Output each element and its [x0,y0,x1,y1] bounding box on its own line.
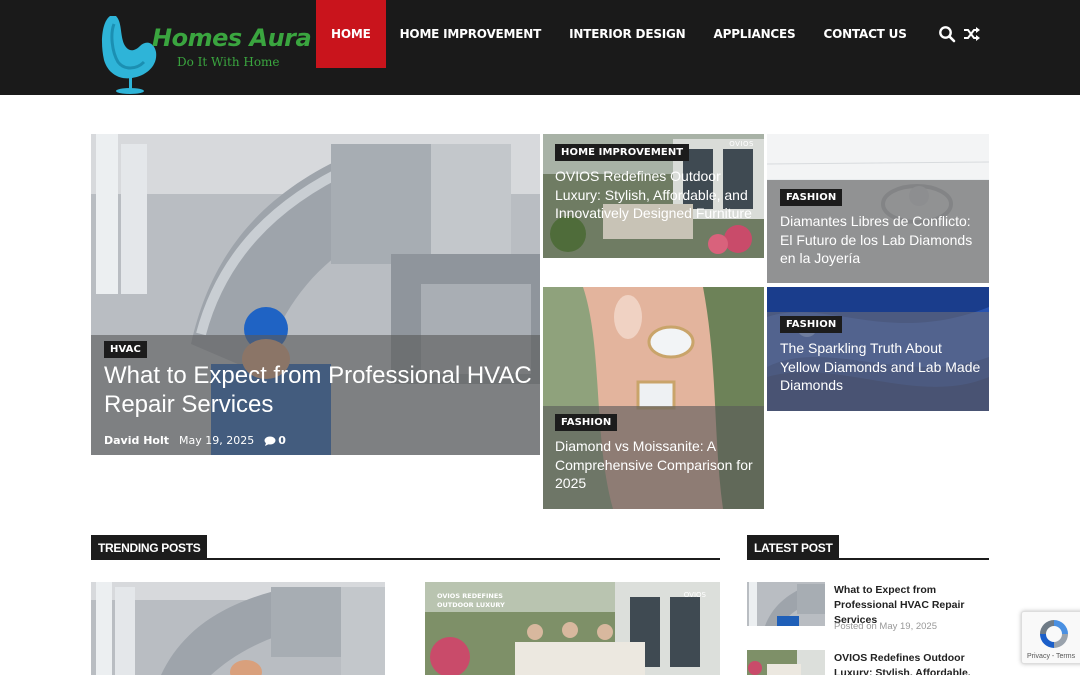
post-author[interactable]: David Holt [104,434,169,447]
category-badge[interactable]: FASHION [780,316,843,333]
ovios-thumb-image [747,650,825,675]
site-logo[interactable]: Homes Aura Do It With Home [100,10,315,95]
latest-post-title[interactable]: OVIOS Redefines Outdoor Luxury: Stylish,… [834,651,990,675]
post-date: May 19, 2025 [179,434,255,447]
grid-post-moissanite[interactable]: FASHION Diamond vs Moissanite: A Compreh… [543,287,764,509]
latest-post-date: Posted on May 19, 2025 [834,621,937,632]
trending-heading: TRENDING POSTS [91,535,208,560]
thumb-caption: OVIOS REDEFINES OUTDOOR LUXURY [437,592,505,609]
nav-home[interactable]: HOME [316,0,386,68]
grid-post-ovios[interactable]: HOME IMPROVEMENT OVIOS OVIOS Redefines O… [543,134,764,258]
ovios-watermark: OVIOS [729,140,754,148]
category-badge[interactable]: FASHION [780,189,843,206]
trending-post-ovios[interactable]: OVIOS REDEFINES OUTDOOR LUXURY OVIOS [425,582,720,675]
nav-interior-design[interactable]: INTERIOR DESIGN [555,0,699,68]
site-tagline: Do It With Home [177,55,280,69]
grid-post-title[interactable]: Diamantes Libres de Conflicto: El Futuro… [780,212,985,268]
grid-post-yellow-diamonds[interactable]: FASHION The Sparkling Truth About Yellow… [767,287,989,411]
category-badge[interactable]: HVAC [104,341,147,358]
latest-section-header: LATEST POST [747,535,989,560]
latest-thumb-ovios[interactable] [747,650,825,675]
featured-title[interactable]: What to Expect from Professional HVAC Re… [104,361,534,419]
grid-post-title[interactable]: Diamond vs Moissanite: A Comprehensive C… [555,437,760,493]
hvac-duct-image [91,582,385,675]
category-badge[interactable]: FASHION [555,414,618,431]
search-icon[interactable] [938,25,956,43]
comments-icon [264,436,276,446]
grid-post-title[interactable]: The Sparkling Truth About Yellow Diamond… [780,339,985,395]
featured-meta: David Holt May 19, 2025 0 [104,434,286,447]
shuffle-icon[interactable] [963,25,981,43]
latest-thumb-hvac[interactable] [747,582,825,626]
egg-chair-logo-icon [102,16,157,94]
category-badge[interactable]: HOME IMPROVEMENT [555,144,690,161]
ovios-watermark: OVIOS [683,591,706,599]
nav-home-improvement[interactable]: HOME IMPROVEMENT [386,0,556,68]
comment-count[interactable]: 0 [278,434,286,447]
grid-post-diamantes[interactable]: FASHION Diamantes Libres de Conflicto: E… [767,134,989,283]
recaptcha-links[interactable]: Privacy - Terms [1027,653,1075,660]
site-name: Homes Aura [152,24,312,52]
main-nav: HOME HOME IMPROVEMENT INTERIOR DESIGN AP… [316,0,921,68]
nav-contact-us[interactable]: CONTACT US [809,0,920,68]
recaptcha-icon [1040,620,1068,648]
recaptcha-badge[interactable]: Privacy - Terms [1021,611,1080,664]
featured-main-post[interactable]: HVAC What to Expect from Professional HV… [91,134,540,455]
trending-post-hvac[interactable] [91,582,385,675]
latest-heading: LATEST POST [747,535,840,560]
trending-section-header: TRENDING POSTS [91,535,720,560]
nav-appliances[interactable]: APPLIANCES [700,0,810,68]
site-header: Homes Aura Do It With Home HOME HOME IMP… [0,0,1080,95]
grid-post-title[interactable]: OVIOS Redefines Outdoor Luxury: Stylish,… [555,167,760,223]
hvac-thumb-image [747,582,825,626]
